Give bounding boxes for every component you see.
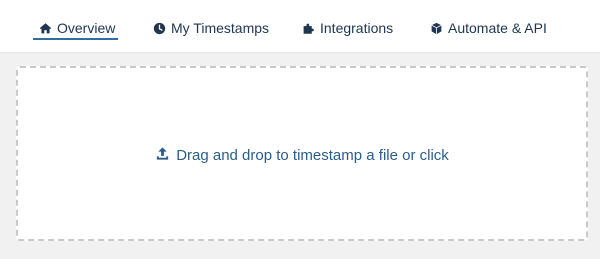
tab-automate-api[interactable]: Automate & API (429, 17, 547, 39)
cube-icon (429, 21, 443, 35)
app-frame: Overview My Timestamps Integrations Auto… (0, 0, 600, 259)
tab-my-timestamps[interactable]: My Timestamps (152, 17, 269, 39)
puzzle-icon (301, 21, 315, 35)
tab-overview-label: Overview (57, 20, 116, 36)
tab-integrations[interactable]: Integrations (301, 17, 393, 39)
dropzone-text: Drag and drop to timestamp a file or cli… (176, 147, 449, 164)
dropzone-message[interactable]: Drag and drop to timestamp a file or cli… (18, 146, 586, 165)
file-dropzone[interactable]: Drag and drop to timestamp a file or cli… (16, 66, 588, 241)
upload-icon (155, 146, 170, 165)
tab-overview[interactable]: Overview (38, 17, 115, 39)
tab-automate-api-label: Automate & API (448, 20, 547, 36)
tab-my-timestamps-label: My Timestamps (171, 20, 270, 36)
active-tab-indicator (33, 38, 118, 40)
tab-integrations-label: Integrations (320, 20, 394, 36)
clock-icon (152, 21, 166, 35)
top-navigation: Overview My Timestamps Integrations Auto… (0, 0, 600, 52)
home-icon (38, 21, 52, 35)
